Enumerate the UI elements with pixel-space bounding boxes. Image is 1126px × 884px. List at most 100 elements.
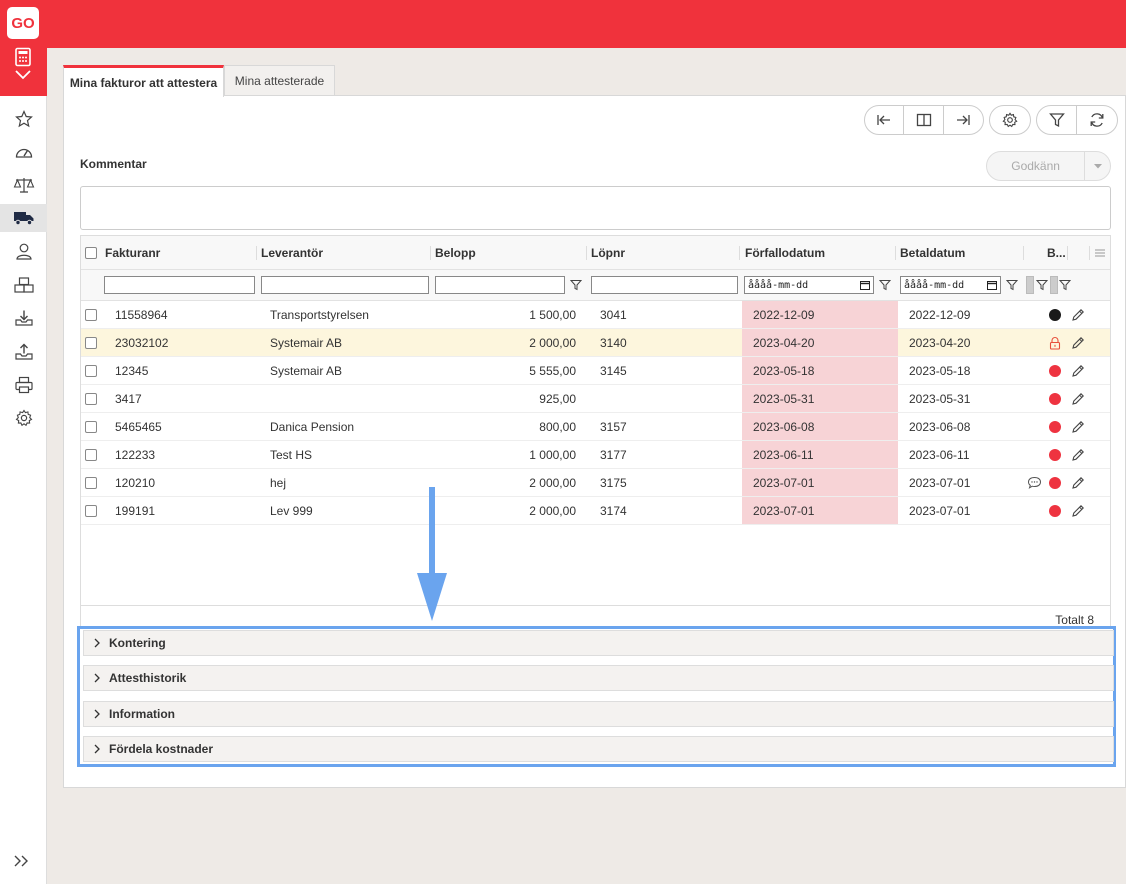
- first-record-button[interactable]: [865, 106, 905, 134]
- pencil-icon[interactable]: [1071, 504, 1085, 518]
- due-date-filter-icon[interactable]: [879, 279, 891, 291]
- approve-button[interactable]: Godkänn: [987, 152, 1084, 180]
- pencil-icon[interactable]: [1071, 336, 1085, 350]
- extra-filter-icon[interactable]: [1059, 279, 1071, 291]
- row-checkbox[interactable]: [85, 336, 97, 349]
- refresh-button[interactable]: [1077, 106, 1117, 134]
- amount: 925,00: [539, 391, 576, 406]
- pencil-icon[interactable]: [1071, 420, 1085, 434]
- row-checkbox[interactable]: [85, 392, 97, 405]
- pencil-icon[interactable]: [1071, 392, 1085, 406]
- row-checkbox[interactable]: [85, 364, 97, 377]
- serial-filter-input[interactable]: [591, 276, 738, 294]
- amount: 2 000,00: [529, 335, 576, 350]
- amount-filter-icon[interactable]: [570, 279, 582, 291]
- pencil-icon[interactable]: [1071, 448, 1085, 462]
- due-date: 2023-07-01: [753, 503, 815, 518]
- table-row[interactable]: 3417 925,00 2023-05-31 2023-05-31: [81, 385, 1110, 413]
- invoice-number: 120210: [115, 475, 156, 490]
- table-row[interactable]: 11558964 Transportstyrelsen 1 500,00 304…: [81, 301, 1110, 329]
- serial-number: 3175: [600, 475, 627, 490]
- nav-customer[interactable]: [0, 237, 47, 265]
- nav-favorites[interactable]: [0, 105, 47, 133]
- paid-date: 2023-07-01: [909, 503, 971, 518]
- tab-my-attested[interactable]: Mina attesterade: [224, 65, 335, 96]
- amount-filter-input[interactable]: [435, 276, 565, 294]
- table-row[interactable]: 120210 hej 2 000,00 3175 2023-07-01 2023…: [81, 469, 1110, 497]
- table-row[interactable]: 122233 Test HS 1 000,00 3177 2023-06-11 …: [81, 441, 1110, 469]
- due-date-filter-input[interactable]: åååå-mm-dd: [744, 276, 874, 294]
- column-header-supplier[interactable]: Leverantör: [261, 236, 323, 270]
- invoice-number: 199191: [115, 503, 156, 518]
- pencil-icon[interactable]: [1071, 476, 1085, 490]
- due-date: 2022-12-09: [753, 307, 815, 322]
- paid-date: 2022-12-09: [909, 307, 971, 322]
- invoice-number: 5465465: [115, 419, 162, 434]
- section-information[interactable]: Information: [83, 701, 1114, 727]
- row-checkbox[interactable]: [85, 448, 97, 461]
- nav-dashboard[interactable]: [0, 138, 47, 166]
- nav-export[interactable]: [0, 338, 47, 366]
- pencil-icon[interactable]: [1071, 308, 1085, 322]
- expand-sidebar-icon[interactable]: [12, 852, 32, 870]
- status-filter-icon[interactable]: [1036, 279, 1048, 291]
- tab-my-invoices-to-attest[interactable]: Mina fakturor att attestera: [63, 65, 224, 97]
- nav-print[interactable]: [0, 371, 47, 399]
- due-date-placeholder: åååå-mm-dd: [748, 279, 809, 291]
- table-row[interactable]: 5465465 Danica Pension 800,00 3157 2023-…: [81, 413, 1110, 441]
- column-header-due-date[interactable]: Förfallodatum: [745, 236, 825, 270]
- row-checkbox[interactable]: [85, 420, 97, 433]
- column-header-serial[interactable]: Löpnr: [591, 236, 625, 270]
- serial-number: 3140: [600, 335, 627, 350]
- row-checkbox[interactable]: [85, 308, 97, 321]
- table-row[interactable]: 199191 Lev 999 2 000,00 3174 2023-07-01 …: [81, 497, 1110, 525]
- nav-settings[interactable]: [0, 404, 47, 432]
- split-view-button[interactable]: [904, 106, 944, 134]
- paid-date-filter-icon[interactable]: [1006, 279, 1018, 291]
- amount: 1 000,00: [529, 447, 576, 462]
- filter-button[interactable]: [1037, 106, 1077, 134]
- comment-textarea[interactable]: [80, 186, 1111, 230]
- sections-callout-box: Kontering Attesthistorik Information För…: [77, 626, 1116, 767]
- pencil-icon[interactable]: [1071, 364, 1085, 378]
- row-checkbox[interactable]: [85, 504, 97, 517]
- section-kontering[interactable]: Kontering: [83, 630, 1114, 656]
- select-all-checkbox[interactable]: [85, 247, 97, 259]
- invoice-filter-input[interactable]: [104, 276, 255, 294]
- approve-dropdown-button[interactable]: [1084, 152, 1110, 180]
- paid-date-filter-input[interactable]: åååå-mm-dd: [900, 276, 1001, 294]
- calculator-icon[interactable]: [13, 47, 33, 67]
- column-menu-button[interactable]: [1094, 236, 1106, 270]
- callout-arrow-icon: [417, 487, 447, 621]
- calendar-icon[interactable]: [860, 280, 870, 290]
- app-logo[interactable]: GO: [7, 7, 39, 39]
- section-fordela-kostnader[interactable]: Fördela kostnader: [83, 736, 1114, 762]
- column-header-status[interactable]: B...: [1047, 236, 1066, 270]
- grid-settings-button[interactable]: [990, 106, 1030, 134]
- invoice-grid: Fakturanr Leverantör Belopp Löpnr Förfal…: [80, 235, 1111, 628]
- column-header-paid-date[interactable]: Betaldatum: [900, 236, 965, 270]
- row-checkbox[interactable]: [85, 476, 97, 489]
- paid-date-placeholder: åååå-mm-dd: [904, 279, 965, 291]
- column-header-amount[interactable]: Belopp: [435, 236, 476, 270]
- comment-bubble-icon[interactable]: [1027, 476, 1042, 489]
- table-row[interactable]: 12345 Systemair AB 5 555,00 3145 2023-05…: [81, 357, 1110, 385]
- extra-filter-input[interactable]: [1050, 276, 1058, 294]
- table-row[interactable]: 23032102 Systemair AB 2 000,00 3140 2023…: [81, 329, 1110, 357]
- nav-balance[interactable]: [0, 171, 47, 199]
- calendar-icon[interactable]: [987, 280, 997, 290]
- chevron-down-icon[interactable]: [13, 68, 33, 82]
- column-header-invoice[interactable]: Fakturanr: [105, 236, 160, 270]
- amount: 1 500,00: [529, 307, 576, 322]
- upload-tray-icon: [14, 343, 33, 360]
- settings-button-group: [989, 105, 1031, 135]
- nav-import[interactable]: [0, 304, 47, 332]
- supplier-filter-input[interactable]: [261, 276, 429, 294]
- approve-split-button: Godkänn: [986, 151, 1111, 181]
- nav-inventory[interactable]: [0, 271, 47, 299]
- nav-supplier[interactable]: [0, 204, 47, 232]
- status-filter-input[interactable]: [1026, 276, 1034, 294]
- last-record-button[interactable]: [944, 106, 983, 134]
- section-attesthistorik[interactable]: Attesthistorik: [83, 665, 1114, 691]
- amount: 800,00: [539, 419, 576, 434]
